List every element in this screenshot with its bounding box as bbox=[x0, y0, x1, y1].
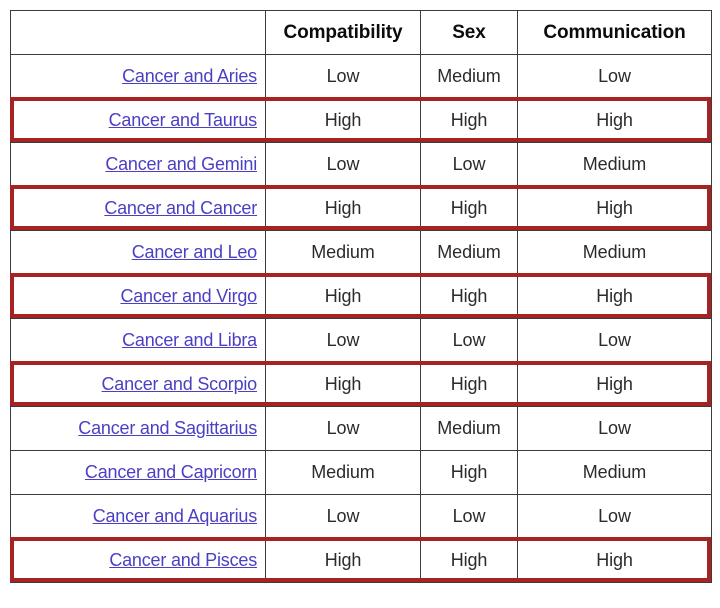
pair-cell: Cancer and Libra bbox=[10, 318, 266, 363]
pair-link[interactable]: Cancer and Cancer bbox=[104, 198, 257, 218]
table-row: Cancer and Aquarius Low Low Low bbox=[10, 494, 712, 539]
table-row: Cancer and Pisces High High High bbox=[10, 538, 712, 583]
pair-link[interactable]: Cancer and Sagittarius bbox=[78, 418, 257, 438]
column-header-pair bbox=[10, 10, 266, 55]
table-row: Cancer and Aries Low Medium Low bbox=[10, 54, 712, 99]
column-header-sex: Sex bbox=[420, 10, 518, 55]
table-row: Cancer and Leo Medium Medium Medium bbox=[10, 230, 712, 275]
pair-link[interactable]: Cancer and Libra bbox=[122, 330, 257, 350]
communication-cell: High bbox=[517, 186, 712, 231]
sex-cell: High bbox=[420, 274, 518, 319]
pair-cell: Cancer and Sagittarius bbox=[10, 406, 266, 451]
cancer-compatibility-table: Compatibility Sex Communication Cancer a… bbox=[10, 10, 712, 583]
compatibility-cell: High bbox=[265, 362, 421, 407]
table-header: Compatibility Sex Communication bbox=[10, 10, 712, 55]
pair-cell: Cancer and Taurus bbox=[10, 98, 266, 143]
sex-cell: High bbox=[420, 450, 518, 495]
pair-cell: Cancer and Capricorn bbox=[10, 450, 266, 495]
pair-link[interactable]: Cancer and Virgo bbox=[120, 286, 257, 306]
table-row: Cancer and Capricorn Medium High Medium bbox=[10, 450, 712, 495]
sex-cell: Medium bbox=[420, 54, 518, 99]
pair-link[interactable]: Cancer and Gemini bbox=[105, 154, 257, 174]
communication-cell: Medium bbox=[517, 450, 712, 495]
communication-cell: High bbox=[517, 274, 712, 319]
sex-cell: High bbox=[420, 362, 518, 407]
sex-cell: High bbox=[420, 538, 518, 583]
compatibility-cell: Low bbox=[265, 142, 421, 187]
table-row: Cancer and Scorpio High High High bbox=[10, 362, 712, 407]
communication-cell: High bbox=[517, 362, 712, 407]
table-row: Cancer and Sagittarius Low Medium Low bbox=[10, 406, 712, 451]
sex-cell: High bbox=[420, 186, 518, 231]
pair-cell: Cancer and Virgo bbox=[10, 274, 266, 319]
sex-cell: Medium bbox=[420, 406, 518, 451]
compatibility-cell: High bbox=[265, 186, 421, 231]
compatibility-cell: Low bbox=[265, 406, 421, 451]
column-header-compatibility: Compatibility bbox=[265, 10, 421, 55]
pair-cell: Cancer and Gemini bbox=[10, 142, 266, 187]
compatibility-cell: Low bbox=[265, 54, 421, 99]
sex-cell: Low bbox=[420, 494, 518, 539]
pair-link[interactable]: Cancer and Aries bbox=[122, 66, 257, 86]
communication-cell: Low bbox=[517, 318, 712, 363]
pair-cell: Cancer and Scorpio bbox=[10, 362, 266, 407]
pair-cell: Cancer and Aquarius bbox=[10, 494, 266, 539]
pair-link[interactable]: Cancer and Capricorn bbox=[85, 462, 257, 482]
pair-link[interactable]: Cancer and Taurus bbox=[109, 110, 258, 130]
pair-link[interactable]: Cancer and Aquarius bbox=[93, 506, 258, 526]
page-root: Compatibility Sex Communication Cancer a… bbox=[0, 0, 720, 608]
table-row: Cancer and Taurus High High High bbox=[10, 98, 712, 143]
table-row: Cancer and Gemini Low Low Medium bbox=[10, 142, 712, 187]
pair-cell: Cancer and Leo bbox=[10, 230, 266, 275]
compatibility-table-wrapper: Compatibility Sex Communication Cancer a… bbox=[10, 10, 712, 592]
pair-cell: Cancer and Pisces bbox=[10, 538, 266, 583]
table-row: Cancer and Cancer High High High bbox=[10, 186, 712, 231]
communication-cell: Low bbox=[517, 494, 712, 539]
pair-cell: Cancer and Cancer bbox=[10, 186, 266, 231]
pair-link[interactable]: Cancer and Scorpio bbox=[102, 374, 258, 394]
communication-cell: Medium bbox=[517, 142, 712, 187]
table-row: Cancer and Virgo High High High bbox=[10, 274, 712, 319]
communication-cell: Low bbox=[517, 54, 712, 99]
compatibility-cell: Medium bbox=[265, 450, 421, 495]
communication-cell: Low bbox=[517, 406, 712, 451]
pair-cell: Cancer and Aries bbox=[10, 54, 266, 99]
sex-cell: Low bbox=[420, 142, 518, 187]
communication-cell: High bbox=[517, 538, 712, 583]
table-body: Cancer and Aries Low Medium Low Cancer and T… bbox=[10, 54, 712, 583]
table-row: Cancer and Libra Low Low Low bbox=[10, 318, 712, 363]
sex-cell: High bbox=[420, 98, 518, 143]
communication-cell: Medium bbox=[517, 230, 712, 275]
compatibility-cell: High bbox=[265, 274, 421, 319]
compatibility-cell: Low bbox=[265, 318, 421, 363]
communication-cell: High bbox=[517, 98, 712, 143]
compatibility-cell: High bbox=[265, 538, 421, 583]
sex-cell: Medium bbox=[420, 230, 518, 275]
column-header-communication: Communication bbox=[517, 10, 712, 55]
header-row: Compatibility Sex Communication bbox=[10, 10, 712, 55]
pair-link[interactable]: Cancer and Pisces bbox=[109, 550, 257, 570]
sex-cell: Low bbox=[420, 318, 518, 363]
compatibility-cell: High bbox=[265, 98, 421, 143]
compatibility-cell: Medium bbox=[265, 230, 421, 275]
compatibility-cell: Low bbox=[265, 494, 421, 539]
pair-link[interactable]: Cancer and Leo bbox=[132, 242, 257, 262]
